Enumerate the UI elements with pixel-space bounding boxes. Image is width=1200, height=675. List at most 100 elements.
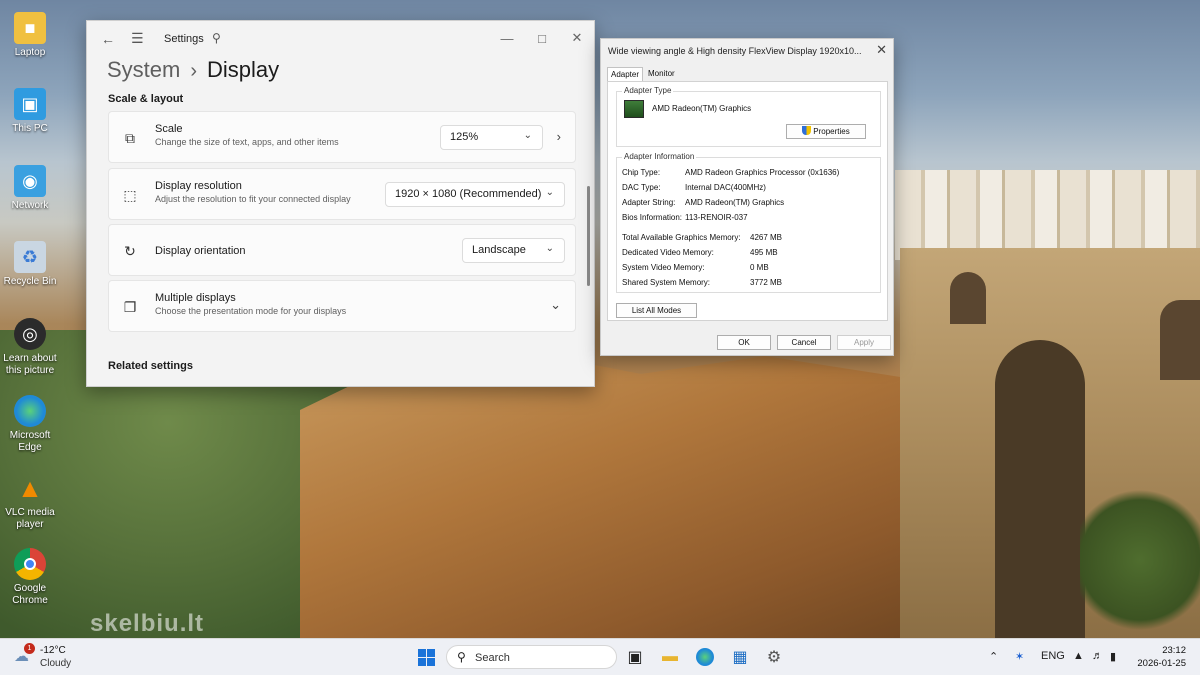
multiple-displays-description: Choose the presentation mode for your di…: [155, 306, 347, 316]
memory-value: 3772 MB: [750, 278, 783, 287]
chevron-right-icon[interactable]: ›: [557, 129, 561, 144]
language-indicator[interactable]: ENG: [1041, 650, 1065, 662]
chevron-up-icon[interactable]: ⌃: [989, 650, 998, 663]
watermark: skelbiu.lt: [90, 610, 205, 637]
desktop-icon-label: Network: [11, 200, 49, 211]
multiple-displays-icon: ❐: [123, 299, 137, 315]
battery-icon[interactable]: ▮: [1110, 650, 1116, 663]
resolution-description: Adjust the resolution to fit your connec…: [155, 194, 351, 204]
tab-adapter[interactable]: Adapter: [607, 67, 644, 81]
ok-button[interactable]: OK: [717, 335, 771, 350]
tab-monitor[interactable]: Monitor: [645, 67, 678, 80]
chevron-down-icon[interactable]: ⌄: [550, 297, 561, 313]
chrome-icon: [14, 548, 46, 580]
shield-icon: [802, 126, 812, 135]
desktop-icon-label: Recycle Bin: [3, 276, 57, 287]
desktop-icon-recycle-bin[interactable]: ♻ Recycle Bin: [0, 241, 60, 288]
adapter-info-label: Adapter Information: [622, 152, 697, 161]
info-value: 113-RENOIR-037: [685, 213, 748, 222]
dialog-title: Wide viewing angle & High density FlexVi…: [608, 46, 862, 56]
scale-dropdown[interactable]: 125% ⌄: [440, 125, 543, 150]
taskbar-search[interactable]: ⚲ Search: [446, 645, 617, 669]
windows-logo-icon: [417, 648, 435, 666]
memory-key: Total Available Graphics Memory:: [622, 233, 741, 242]
scale-dropdown-value: 125%: [450, 131, 479, 143]
settings-window: ← ☰ Settings ⚲ — □ ✕ System › Display Scal…: [86, 20, 595, 387]
search-icon[interactable]: ⚲: [212, 31, 221, 45]
bluetooth-icon[interactable]: ✶: [1015, 650, 1024, 663]
file-explorer-button[interactable]: ▬: [656, 644, 684, 670]
wallpaper-town: [895, 170, 1200, 260]
settings-taskbar-button[interactable]: ⚙: [760, 644, 788, 670]
scale-setting-card[interactable]: ⧉ Scale Change the size of text, apps, a…: [108, 111, 576, 163]
maximize-button[interactable]: □: [527, 27, 557, 49]
desktop-icon-learn-about-picture[interactable]: ◎ Learn about this picture: [0, 318, 60, 377]
desktop-icon-network[interactable]: ◉ Network: [0, 165, 60, 212]
desktop-icon-vlc[interactable]: ▲ VLC media player: [0, 472, 60, 531]
system-clock[interactable]: 23:12 2026-01-25: [1137, 644, 1186, 670]
desktop-icon-laptop[interactable]: ■ Laptop: [0, 12, 60, 59]
task-view-icon: ▣: [627, 649, 643, 666]
desktop-icon-edge[interactable]: Microsoft Edge: [0, 395, 60, 454]
multiple-displays-card[interactable]: ❐ Multiple displays Choose the presentat…: [108, 280, 576, 332]
gear-icon: ⚙: [766, 649, 782, 666]
cancel-button[interactable]: Cancel: [777, 335, 831, 350]
info-key: Bios Information:: [622, 213, 683, 222]
store-button[interactable]: ▦: [726, 644, 754, 670]
hamburger-menu-icon[interactable]: ☰: [131, 30, 144, 47]
resolution-icon: ⬚: [123, 187, 137, 203]
memory-key: System Video Memory:: [622, 263, 705, 272]
info-key: Adapter String:: [622, 198, 676, 207]
task-view-button[interactable]: ▣: [621, 644, 649, 670]
wallpaper-bridge-window: [950, 272, 986, 324]
desktop-icon-label: Laptop: [14, 47, 46, 58]
weather-temperature: -12°C: [40, 645, 66, 656]
apply-button[interactable]: Apply: [837, 335, 891, 350]
search-icon: ⚲: [457, 650, 466, 664]
display-orientation-card: ↻ Display orientation Landscape ⌄: [108, 224, 576, 276]
list-all-modes-button[interactable]: List All Modes: [616, 303, 697, 318]
close-button[interactable]: ✕: [562, 27, 592, 49]
start-button[interactable]: [412, 644, 440, 670]
settings-titlebar: ← ☰ Settings ⚲ — □ ✕: [87, 21, 594, 57]
orientation-dropdown[interactable]: Landscape ⌄: [462, 238, 565, 263]
graphics-card-icon: [624, 100, 644, 118]
edge-taskbar-button[interactable]: [691, 644, 719, 670]
chevron-down-icon: ⌄: [523, 130, 532, 141]
store-icon: ▦: [732, 649, 748, 666]
memory-value: 4267 MB: [750, 233, 783, 242]
monitor-icon: ▣: [14, 88, 46, 120]
close-icon[interactable]: ✕: [876, 42, 887, 58]
network-icon: ◉: [14, 165, 46, 197]
wallpaper-bridge-side-arch: [1160, 300, 1200, 380]
section-title: Scale & layout: [108, 93, 184, 105]
desktop-icon-chrome[interactable]: Google Chrome: [0, 548, 60, 607]
properties-button[interactable]: Properties: [786, 124, 866, 139]
minimize-button[interactable]: —: [492, 27, 522, 49]
memory-key: Dedicated Video Memory:: [622, 248, 714, 257]
resolution-dropdown[interactable]: 1920 × 1080 (Recommended) ⌄: [385, 182, 565, 207]
edge-icon: [14, 395, 46, 427]
chevron-down-icon: ⌄: [545, 187, 554, 198]
info-value: AMD Radeon(TM) Graphics: [685, 198, 785, 207]
multiple-displays-title: Multiple displays: [155, 292, 236, 304]
folder-icon: ▬: [662, 648, 678, 665]
scale-title: Scale: [155, 123, 183, 135]
back-arrow-icon[interactable]: ←: [101, 31, 115, 47]
wifi-icon[interactable]: ▲: [1073, 650, 1084, 662]
desktop-icon-this-pc[interactable]: ▣ This PC: [0, 88, 60, 135]
adapter-type-group: Adapter Type AMD Radeon(TM) Graphics Pro…: [616, 86, 881, 147]
volume-icon[interactable]: ♬: [1092, 650, 1103, 662]
desktop-icon-label: Microsoft Edge: [9, 430, 51, 453]
wallpaper-bridge-arch: [995, 340, 1085, 640]
camera-icon: ◎: [14, 318, 46, 350]
scrollbar[interactable]: [587, 186, 590, 286]
desktop-icon-label: Google Chrome: [12, 583, 48, 606]
chevron-down-icon: ⌄: [545, 243, 554, 254]
clock-date: 2026-01-25: [1137, 658, 1186, 669]
orientation-dropdown-value: Landscape: [472, 244, 526, 256]
desktop-icon-label: Learn about this picture: [3, 353, 57, 376]
notification-badge: 1: [24, 643, 35, 654]
folder-icon: ■: [14, 12, 46, 44]
breadcrumb-system[interactable]: System: [107, 57, 180, 82]
